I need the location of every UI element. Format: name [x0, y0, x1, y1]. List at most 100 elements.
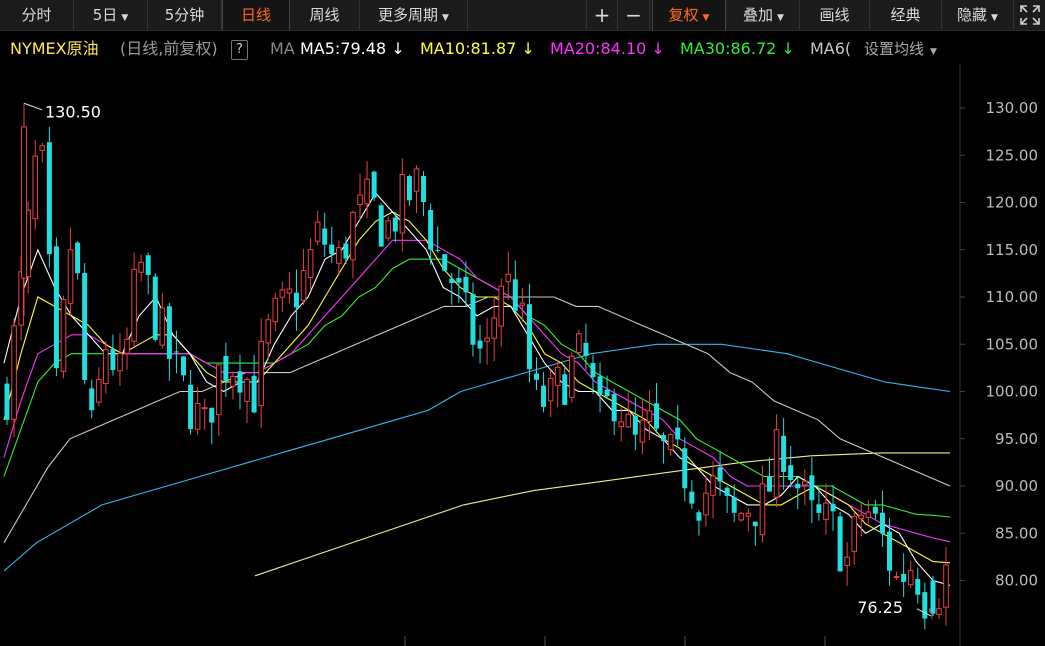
candle-body: [286, 288, 293, 294]
candle-body: [428, 209, 434, 250]
candle-body: [675, 427, 681, 440]
candle-body: [244, 378, 250, 402]
candle-body: [583, 342, 589, 356]
moving-average-lines: [3, 192, 951, 586]
candle-body: [731, 497, 737, 513]
ma120-line: [3, 343, 951, 572]
candle-body: [413, 168, 420, 192]
ma30-line: [3, 258, 951, 518]
high-pointer: [23, 102, 43, 111]
candle-body: [237, 371, 243, 393]
candle-body: [272, 297, 279, 323]
candle-body: [95, 378, 102, 403]
candle-body: [943, 564, 949, 608]
candle-body: [463, 276, 469, 293]
candle-body: [844, 556, 850, 566]
y-tick-label: 80.00: [995, 572, 1038, 590]
candle-body: [915, 579, 921, 595]
candle-body: [223, 355, 229, 381]
candle-body: [103, 349, 109, 385]
candle-body: [562, 374, 568, 405]
price-grid: [404, 636, 826, 646]
candle-body: [597, 376, 603, 395]
candle-body: [752, 521, 758, 527]
candle-body: [188, 384, 194, 430]
candles: [4, 103, 949, 630]
candle-body: [547, 377, 554, 402]
candle-body: [618, 421, 625, 428]
candle-body: [773, 429, 780, 498]
candle-body: [124, 338, 130, 354]
candle-body: [82, 273, 88, 380]
candle-body: [851, 516, 858, 552]
candle-body: [872, 506, 878, 514]
candle-body: [181, 356, 187, 376]
candle-body: [166, 306, 172, 359]
high-label: 130.50: [45, 102, 101, 121]
candle-body: [314, 221, 321, 242]
candle-body: [449, 278, 455, 284]
candle-body: [837, 516, 843, 572]
candle-body: [512, 279, 518, 311]
y-tick-label: 125.00: [986, 146, 1039, 164]
y-tick-label: 100.00: [986, 383, 1039, 401]
candle-body: [357, 194, 363, 206]
candle-body: [265, 319, 272, 344]
candle-body: [936, 608, 942, 615]
candle-body: [639, 419, 646, 443]
candle-body: [343, 243, 349, 259]
candle-body: [75, 242, 81, 274]
y-tick-label: 105.00: [986, 335, 1039, 353]
candle-body: [456, 278, 462, 283]
candle-body: [879, 512, 885, 534]
candle-body: [399, 173, 406, 234]
y-tick-label: 115.00: [986, 241, 1039, 259]
candle-body: [216, 364, 222, 416]
candle-body: [887, 531, 893, 571]
candle-body: [371, 171, 377, 198]
candle-body: [322, 228, 328, 245]
candle-body: [654, 403, 660, 429]
candle-body: [569, 355, 575, 398]
candle-body: [505, 273, 512, 283]
candle-body: [696, 512, 702, 521]
candle-body: [11, 325, 17, 420]
y-tick-label: 110.00: [986, 288, 1039, 306]
candle-body: [46, 142, 52, 255]
candle-body: [745, 512, 752, 517]
candle-body: [110, 349, 116, 370]
candle-body: [661, 435, 667, 442]
candle-body: [809, 475, 815, 501]
candle-body: [385, 220, 392, 239]
candle-body: [279, 289, 286, 298]
y-tick-label: 95.00: [995, 430, 1038, 448]
candle-body: [145, 255, 151, 275]
ma60-line: [3, 296, 951, 543]
candle-body: [442, 254, 448, 271]
candle-body: [159, 307, 166, 346]
candle-body: [32, 155, 39, 220]
candle-body: [194, 402, 201, 430]
candle-body: [329, 244, 335, 255]
candle-body: [604, 389, 610, 397]
candle-body: [710, 475, 716, 496]
candle-body: [406, 176, 412, 201]
candle-body: [421, 175, 427, 203]
candle-body: [667, 434, 674, 451]
candle-body: [781, 435, 787, 472]
candle-body: [611, 394, 617, 422]
candle-body: [795, 483, 801, 489]
candle-body: [816, 504, 822, 513]
candle-body: [801, 480, 808, 486]
candle-body: [590, 363, 596, 378]
candle-body: [689, 491, 695, 504]
candle-body: [89, 388, 95, 411]
candle-body: [646, 410, 653, 423]
candle-body: [498, 285, 505, 327]
candle-body: [293, 292, 299, 308]
candle-body: [922, 592, 928, 619]
candle-body: [131, 268, 137, 342]
y-tick-label: 85.00: [995, 524, 1038, 542]
candle-body: [392, 217, 398, 232]
candle-body: [21, 126, 27, 279]
